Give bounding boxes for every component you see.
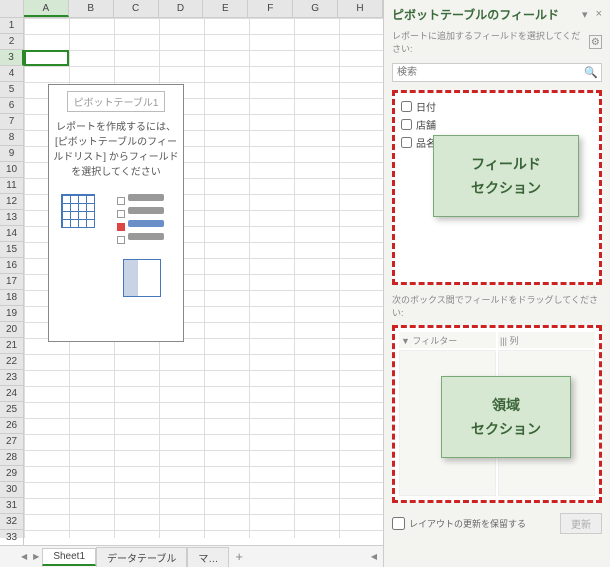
row-header-23[interactable]: 23 [0, 370, 24, 386]
pane-footer: レイアウトの更新を保留する 更新 [384, 507, 610, 540]
area-section: ▼ フィルター ||| 列 領域 セクション [392, 325, 602, 503]
row-header-25[interactable]: 25 [0, 402, 24, 418]
pivot-grid-icon [123, 259, 161, 297]
pivot-placeholder-text: レポートを作成するには、[ピボットテーブルのフィールドリスト] からフィールドを… [53, 120, 179, 180]
pivot-placeholder: ピボットテーブル1 レポートを作成するには、[ピボットテーブルのフィールドリスト… [48, 84, 184, 342]
row-header-9[interactable]: 9 [0, 146, 24, 162]
row-header-21[interactable]: 21 [0, 338, 24, 354]
row-header-13[interactable]: 13 [0, 210, 24, 226]
row-header-8[interactable]: 8 [0, 130, 24, 146]
field-checkbox[interactable] [401, 137, 412, 148]
callout-line2: セクション [452, 176, 560, 200]
callout-line1: フィールド [452, 152, 560, 176]
row-header-12[interactable]: 12 [0, 194, 24, 210]
sheet-tab-ma[interactable]: マ… [187, 547, 229, 567]
field-section: 日付 店舗 品名 フィールド セクション [392, 90, 602, 285]
col-header-C[interactable]: C [114, 0, 159, 17]
field-label: 店舗 [416, 117, 436, 132]
col-header-E[interactable]: E [203, 0, 248, 17]
drag-instruction: 次のボックス間でフィールドをドラッグしてください: [384, 289, 610, 321]
field-item-date[interactable]: 日付 [401, 99, 593, 114]
pane-subtitle: レポートに追加するフィールドを選択してください: [392, 29, 589, 55]
defer-checkbox[interactable] [392, 517, 405, 530]
sheet-tab-datatable[interactable]: データテーブル [96, 547, 187, 567]
tab-next-icon[interactable]: ▶ [30, 552, 42, 561]
field-item-store[interactable]: 店舗 [401, 117, 593, 132]
sheet-tab-bar: ◀ ▶ Sheet1 データテーブル マ… + ◀ [0, 545, 383, 567]
row-header-2[interactable]: 2 [0, 34, 24, 50]
row-header-20[interactable]: 20 [0, 322, 24, 338]
pane-dropdown-icon[interactable]: ▾ [582, 8, 588, 21]
row-header-22[interactable]: 22 [0, 354, 24, 370]
row-header-15[interactable]: 15 [0, 242, 24, 258]
active-cell[interactable] [24, 50, 69, 66]
spreadsheet-area: ABCDEFGH 1234567891011121314151617181920… [0, 0, 384, 567]
row-header-30[interactable]: 30 [0, 482, 24, 498]
select-all-corner[interactable] [0, 0, 24, 17]
cell-grid[interactable]: ピボットテーブル1 レポートを作成するには、[ピボットテーブルのフィールドリスト… [24, 18, 383, 538]
row-header-3[interactable]: 3 [0, 50, 24, 66]
defer-label: レイアウトの更新を保留する [409, 517, 526, 530]
col-header-H[interactable]: H [338, 0, 383, 17]
row-header-24[interactable]: 24 [0, 386, 24, 402]
row-header-17[interactable]: 17 [0, 274, 24, 290]
tab-prev-icon[interactable]: ◀ [18, 552, 30, 561]
col-header-D[interactable]: D [159, 0, 204, 17]
callout-field-section: フィールド セクション [433, 135, 579, 217]
fieldlist-icon [113, 194, 168, 246]
row-header-33[interactable]: 33 [0, 530, 24, 546]
row-headers: 1234567891011121314151617181920212223242… [0, 18, 24, 538]
pane-title: ピボットテーブルのフィールド [392, 6, 559, 23]
pivot-illustration [53, 194, 179, 324]
tab-scroll-left-icon[interactable]: ◀ [371, 552, 377, 561]
row-header-6[interactable]: 6 [0, 98, 24, 114]
row-header-5[interactable]: 5 [0, 82, 24, 98]
field-label: 日付 [416, 99, 436, 114]
row-header-29[interactable]: 29 [0, 466, 24, 482]
field-checkbox[interactable] [401, 119, 412, 130]
callout-area-section: 領域 セクション [441, 376, 571, 458]
col-header-F[interactable]: F [248, 0, 293, 17]
add-sheet-button[interactable]: + [229, 549, 249, 564]
row-header-1[interactable]: 1 [0, 18, 24, 34]
col-header-A[interactable]: A [24, 0, 69, 17]
area-header-filter: ▼ フィルター [399, 332, 496, 348]
area-header-columns: ||| 列 [498, 332, 595, 348]
row-header-11[interactable]: 11 [0, 178, 24, 194]
row-header-14[interactable]: 14 [0, 226, 24, 242]
field-checkbox[interactable] [401, 101, 412, 112]
row-header-19[interactable]: 19 [0, 306, 24, 322]
callout-line1: 領域 [460, 393, 552, 417]
row-header-16[interactable]: 16 [0, 258, 24, 274]
row-header-27[interactable]: 27 [0, 434, 24, 450]
defer-update-checkbox[interactable]: レイアウトの更新を保留する [392, 517, 526, 530]
col-header-B[interactable]: B [69, 0, 114, 17]
update-button[interactable]: 更新 [560, 513, 602, 534]
close-icon[interactable]: × [596, 8, 602, 21]
pivot-placeholder-title: ピボットテーブル1 [67, 91, 166, 112]
row-header-28[interactable]: 28 [0, 450, 24, 466]
row-header-10[interactable]: 10 [0, 162, 24, 178]
callout-line2: セクション [460, 417, 552, 441]
row-header-18[interactable]: 18 [0, 290, 24, 306]
row-header-32[interactable]: 32 [0, 514, 24, 530]
row-header-31[interactable]: 31 [0, 498, 24, 514]
sheet-tab-sheet1[interactable]: Sheet1 [42, 548, 96, 566]
row-header-26[interactable]: 26 [0, 418, 24, 434]
row-header-7[interactable]: 7 [0, 114, 24, 130]
pivot-fields-pane: ピボットテーブルのフィールド ▾ × レポートに追加するフィールドを選択してくだ… [384, 0, 610, 567]
col-header-G[interactable]: G [293, 0, 338, 17]
field-search[interactable]: 🔍 [392, 63, 602, 82]
column-headers: ABCDEFGH [0, 0, 383, 18]
search-input[interactable] [392, 63, 602, 82]
search-icon: 🔍 [584, 66, 598, 79]
gear-icon[interactable]: ⚙ [589, 35, 602, 49]
row-header-4[interactable]: 4 [0, 66, 24, 82]
table-icon [61, 194, 95, 228]
